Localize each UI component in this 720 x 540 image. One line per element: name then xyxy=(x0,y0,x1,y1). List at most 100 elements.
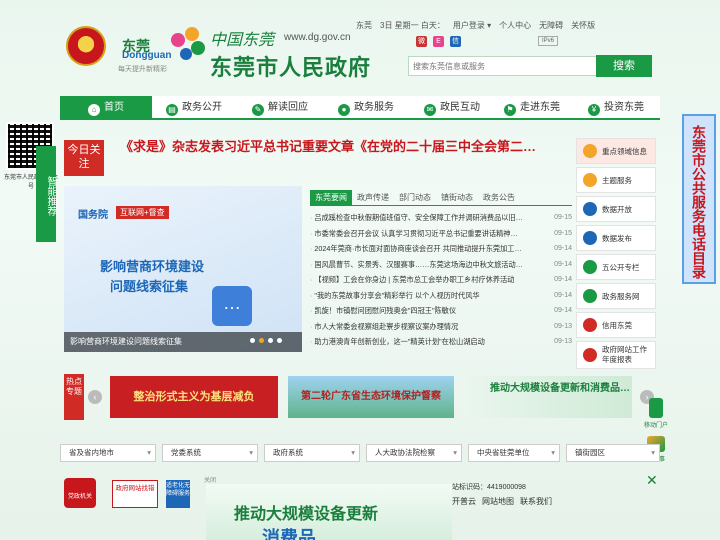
news-item[interactable]: 2024年莞商·市长面对面协商座谈会召开 共同推动提升东莞加工… 09-14 xyxy=(310,241,572,257)
news-item[interactable]: 吕成蹊检查中秋假期值班值守、安全保障工作并调研消费品以旧… 09-15 xyxy=(310,210,572,226)
news-date: 09-14 xyxy=(554,245,572,252)
news-item[interactable]: 国风晨曹节、实景秀、汉服赛事……东莞这场海边中秋文旅活动… 09-14 xyxy=(310,257,572,273)
floating-ad[interactable]: 推动大规模设备更新 消费品 xyxy=(206,484,452,540)
news-title[interactable]: 吕成蹊检查中秋假期值班值守、安全保障工作并调研消费品以旧… xyxy=(310,210,542,226)
dongguan-logo-icon[interactable] xyxy=(164,24,210,70)
footer-link-contact[interactable]: 联系我们 xyxy=(520,496,552,507)
nav-interaction[interactable]: ✉ 政民互动 xyxy=(424,96,480,120)
site-error-report-badge[interactable]: 政府网站找错 xyxy=(112,480,158,508)
news-date: 09-14 xyxy=(554,307,572,314)
service-panel: 重点领域信息 主题服务 数据开放 数据发布 五公开专栏 政务服务网 信用东莞 政… xyxy=(576,138,656,372)
tab-town-news[interactable]: 镇街动态 xyxy=(436,190,478,205)
english-icon[interactable]: E xyxy=(433,36,444,47)
mobile-portal-link[interactable]: 移动门户 xyxy=(642,398,670,429)
link-select-party[interactable]: 党委系统 xyxy=(162,444,258,462)
footer-badges: 党政机关 xyxy=(64,478,96,508)
nav-gov-affairs[interactable]: ▤ 政务公开 xyxy=(166,96,222,120)
link-select-towns[interactable]: 镇街园区 xyxy=(566,444,660,462)
service-five-open[interactable]: 五公开专栏 xyxy=(576,254,656,280)
carousel-banner[interactable]: 国务院 互联网+督查 影响营商环境建设 问题线索征集 … 影响营商环境建设问题线… xyxy=(64,186,302,352)
footer-link-sitemap[interactable]: 网站地图 xyxy=(482,496,514,507)
credit-icon xyxy=(583,318,597,332)
carousel-dot[interactable] xyxy=(250,338,255,343)
key-info-icon xyxy=(583,144,597,158)
topic-card[interactable]: 第二轮广东省生态环境保护督察 xyxy=(288,376,454,418)
banner-title-line1: 影响营商环境建设 xyxy=(100,259,205,274)
nav-services[interactable]: ● 政务服务 xyxy=(338,96,394,120)
search-input[interactable] xyxy=(408,56,598,76)
news-item[interactable]: 【视频】工会在你身边 | 东莞市总工会举办职工乡村疗休养活动 09-14 xyxy=(310,272,572,288)
news-title[interactable]: 【视频】工会在你身边 | 东莞市总工会举办职工乡村疗休养活动 xyxy=(310,272,542,288)
news-title[interactable]: 凯旋！市镇慰问团慰问残奥会"四冠王"陈敏仪 xyxy=(310,303,542,319)
news-item[interactable]: 助力港澳青年创新创业，这一"精英计划"在松山湖启动 09-13 xyxy=(310,334,572,350)
phone-icon xyxy=(649,398,663,418)
site-url: www.dg.gov.cn xyxy=(284,32,351,43)
news-item[interactable]: 市人大常委会视察组赴寮步视察议案办理情况 09-13 xyxy=(310,319,572,335)
service-topic[interactable]: 主题服务 xyxy=(576,167,656,193)
tab-announcements[interactable]: 政务公告 xyxy=(478,190,520,205)
site-id: 站标识码：4419000098 xyxy=(452,484,526,491)
accessibility-link[interactable]: 无障碍 xyxy=(539,20,563,34)
close-icon[interactable]: ✕ xyxy=(646,472,658,489)
weibo-icon[interactable]: 微 xyxy=(416,36,427,47)
news-item[interactable]: 凯旋！市镇慰问团慰问残奥会"四冠王"陈敏仪 09-14 xyxy=(310,303,572,319)
tab-dept-news[interactable]: 部门动态 xyxy=(394,190,436,205)
chat-bubble-icon: … xyxy=(212,286,252,326)
service-annual-report[interactable]: 政府网站工作年度报表 xyxy=(576,341,656,369)
nav-invest[interactable]: ¥ 投资东莞 xyxy=(588,96,644,120)
news-title[interactable]: 国风晨曹节、实景秀、汉服赛事……东莞这场海边中秋文旅活动… xyxy=(310,257,542,273)
carousel-dot[interactable] xyxy=(259,338,264,343)
user-login-link[interactable]: 用户登录 ▾ xyxy=(453,20,491,34)
topic-card[interactable]: 推动大规模设备更新和消费品… xyxy=(464,376,632,418)
nav-interpretation[interactable]: ✎ 解读回应 xyxy=(252,96,308,120)
news-title[interactable]: "我的东莞故事分享会"精彩举行 以个人视历时代风华 xyxy=(310,288,542,304)
wechat-icon[interactable]: 信 xyxy=(450,36,461,47)
news-title[interactable]: 市委常委会召开会议 认真学习贯彻习近平总书记重要讲话精神… xyxy=(310,226,542,242)
float-ad-close[interactable]: 关闭 xyxy=(204,475,216,484)
service-data-release[interactable]: 数据发布 xyxy=(576,225,656,251)
party-gov-badge[interactable]: 党政机关 xyxy=(64,478,96,508)
nav-explore[interactable]: ⚑ 走进东莞 xyxy=(504,96,560,120)
yuan-icon: ¥ xyxy=(588,104,600,116)
today-focus-badge: 今日关注 xyxy=(64,140,104,176)
headline-link[interactable]: 《求是》杂志发表习近平总书记重要文章《在党的二十届三中全会第二… xyxy=(120,136,560,155)
annual-report-icon xyxy=(583,348,597,362)
news-item[interactable]: 市委常委会召开会议 认真学习贯彻习近平总书记重要讲话精神… 09-15 xyxy=(310,226,572,242)
news-title[interactable]: 市人大常委会视察组赴寮步视察议案办理情况 xyxy=(310,319,542,335)
service-credit-dg[interactable]: 信用东莞 xyxy=(576,312,656,338)
tab-dg-news[interactable]: 东莞要闻 xyxy=(310,190,352,205)
footer-link-kaipuyun[interactable]: 开普云 xyxy=(452,496,476,507)
service-gov-services-net[interactable]: 政务服务网 xyxy=(576,283,656,309)
accessibility-badge[interactable]: 适老化无障碍服务 xyxy=(166,480,190,508)
social-icons: 微 E 信 xyxy=(416,36,461,47)
link-select-courts[interactable]: 人大政协法院检察 xyxy=(366,444,462,462)
news-item[interactable]: "我的东莞故事分享会"精彩举行 以个人视历时代风华 09-14 xyxy=(310,288,572,304)
carousel-dot[interactable] xyxy=(268,338,273,343)
news-date: 09-15 xyxy=(554,229,572,237)
city-label: 东莞 xyxy=(356,21,372,30)
topic-card[interactable]: 整治形式主义为基层减负 xyxy=(110,376,278,418)
link-select-government[interactable]: 政府系统 xyxy=(264,444,360,462)
topics-prev-button[interactable]: ‹ xyxy=(88,390,102,404)
tab-policy-voice[interactable]: 政声传递 xyxy=(352,190,394,205)
link-select-province[interactable]: 省及省内地市 xyxy=(60,444,156,462)
page-title[interactable]: 东莞市人民政府 xyxy=(210,50,371,82)
user-center-link[interactable]: 个人中心 xyxy=(499,20,531,34)
news-title[interactable]: 2024年莞商·市长面对面协商座谈会召开 共同推动提升东莞加工… xyxy=(310,241,542,257)
care-mode-link[interactable]: 关怀版 xyxy=(571,20,595,34)
search-button[interactable]: 搜索 xyxy=(596,55,652,77)
news-date: 09-14 xyxy=(554,260,572,268)
carousel-dots xyxy=(250,338,282,343)
service-open-data[interactable]: 数据开放 xyxy=(576,196,656,222)
link-select-central-units[interactable]: 中央省驻莞单位 xyxy=(468,444,560,462)
carousel-dot[interactable] xyxy=(277,338,282,343)
news-date: 09-15 xyxy=(554,214,572,221)
smart-recommend-tab[interactable]: 智能推荐 xyxy=(36,146,56,242)
public-service-hotline-banner[interactable]: 东莞市公共服务电话目录 xyxy=(682,114,716,284)
news-list: 吕成蹊检查中秋假期值班值守、安全保障工作并调研消费品以旧…09-15市委常委会召… xyxy=(310,210,572,350)
national-emblem-icon[interactable] xyxy=(66,26,106,66)
news-title[interactable]: 助力港澳青年创新创业，这一"精英计划"在松山湖启动 xyxy=(310,334,542,350)
footer-links: 开普云 网站地图 联系我们 xyxy=(452,496,552,507)
service-key-info[interactable]: 重点领域信息 xyxy=(576,138,656,164)
nav-home[interactable]: ⌂ 首页 xyxy=(60,96,152,120)
